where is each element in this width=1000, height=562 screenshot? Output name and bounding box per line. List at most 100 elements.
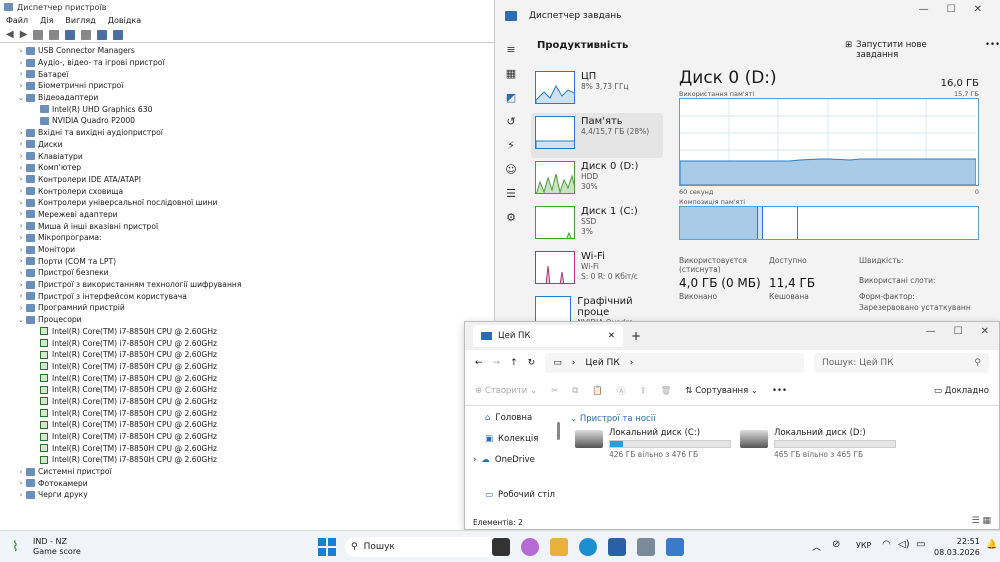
device-category[interactable]: › Диски bbox=[0, 139, 500, 151]
users-icon[interactable]: ☺ bbox=[505, 164, 517, 176]
notifications-icon[interactable]: 🔔 bbox=[986, 540, 997, 550]
more-icon[interactable]: ••• bbox=[772, 386, 787, 396]
expand-chevron-icon[interactable]: › bbox=[16, 304, 26, 312]
forward-arrow-icon[interactable]: → bbox=[493, 358, 501, 368]
processor-item[interactable]: Intel(R) Core(TM) i7-8850H CPU @ 2.60GHz bbox=[0, 384, 500, 396]
copy-icon[interactable]: ⧉ bbox=[572, 386, 578, 396]
device-category[interactable]: › Порти (COM та LPT) bbox=[0, 255, 500, 267]
processor-item[interactable]: Intel(R) Core(TM) i7-8850H CPU @ 2.60GHz bbox=[0, 407, 500, 419]
menu-item[interactable]: Дія bbox=[40, 16, 53, 25]
taskbar-search[interactable]: ⚲ Пошук bbox=[345, 537, 510, 557]
menu-item[interactable]: Вигляд bbox=[65, 16, 95, 25]
clock[interactable]: 22:51 08.03.2026 bbox=[934, 536, 980, 558]
expand-chevron-icon[interactable]: ⌄ bbox=[16, 94, 26, 102]
device-manager-taskbar-icon[interactable] bbox=[637, 538, 655, 556]
chevron-right-icon[interactable]: › bbox=[473, 455, 476, 465]
device-category[interactable]: Intel(R) UHD Graphics 630 bbox=[0, 103, 500, 115]
drive-item[interactable]: Локальний диск (D:) 465 ГБ вільно з 465 Г… bbox=[740, 428, 900, 459]
back-icon[interactable]: ◀ bbox=[6, 29, 14, 40]
device-category[interactable]: › Вхідні та вихідні аудіопристрої bbox=[0, 127, 500, 139]
share-icon[interactable]: ⇪ bbox=[639, 386, 646, 396]
expand-chevron-icon[interactable]: › bbox=[16, 479, 26, 487]
monitor-icon[interactable] bbox=[113, 29, 124, 40]
close-icon[interactable]: ✕ bbox=[974, 4, 982, 15]
edge-icon[interactable] bbox=[579, 538, 597, 556]
expand-chevron-icon[interactable]: › bbox=[16, 82, 26, 90]
address-bar[interactable]: ▭ › Цей ПК › bbox=[545, 353, 804, 373]
expand-chevron-icon[interactable]: › bbox=[16, 292, 26, 300]
back-arrow-icon[interactable]: ← bbox=[475, 358, 483, 368]
delete-icon[interactable]: 🗑 bbox=[661, 386, 672, 396]
hamburger-icon[interactable]: ≡ bbox=[505, 44, 517, 56]
forward-icon[interactable]: ▶ bbox=[20, 29, 28, 40]
processor-item[interactable]: Intel(R) Core(TM) i7-8850H CPU @ 2.60GHz bbox=[0, 442, 500, 454]
expand-chevron-icon[interactable]: ⌄ bbox=[16, 316, 26, 324]
list-icon[interactable] bbox=[49, 29, 60, 40]
perf-item[interactable]: Wi-Fi Wi-Fi S: 0 R: 0 Кбіт/с bbox=[531, 248, 663, 293]
details-button[interactable]: ▭ Докладно bbox=[934, 386, 989, 396]
task-manager-taskbar-icon[interactable] bbox=[666, 538, 684, 556]
device-category[interactable]: › Комп'ютер bbox=[0, 162, 500, 174]
device-category[interactable]: › Фотокамери bbox=[0, 477, 500, 489]
device-category[interactable]: › Пристрої з інтерфейсом користувача bbox=[0, 290, 500, 302]
tab-this-pc[interactable]: Цей ПК ✕ bbox=[473, 325, 623, 347]
sidebar-scrollbar[interactable] bbox=[557, 422, 560, 440]
device-category[interactable]: › Біометричні пристрої bbox=[0, 80, 500, 92]
wifi-icon[interactable]: ◠ bbox=[882, 539, 891, 550]
device-category[interactable]: › Аудіо-, відео- та ігрові пристрої bbox=[0, 57, 500, 69]
minimize-icon[interactable]: — bbox=[926, 326, 936, 337]
device-category[interactable]: › Контролери сховища bbox=[0, 185, 500, 197]
drive-item[interactable]: Локальний диск (C:) 426 ГБ вільно з 476 Г… bbox=[575, 428, 735, 459]
new-tab-icon[interactable]: + bbox=[631, 329, 641, 343]
cut-icon[interactable]: ✂ bbox=[551, 386, 558, 396]
device-category[interactable]: › Мікропрограма: bbox=[0, 232, 500, 244]
sidebar-item[interactable]: ▣ Колекція bbox=[465, 428, 565, 449]
expand-chevron-icon[interactable]: › bbox=[16, 269, 26, 277]
processor-item[interactable]: Intel(R) Core(TM) i7-8850H CPU @ 2.60GHz bbox=[0, 361, 500, 373]
processor-item[interactable]: Intel(R) Core(TM) i7-8850H CPU @ 2.60GHz bbox=[0, 337, 500, 349]
device-category[interactable]: › Пристрої безпеки bbox=[0, 267, 500, 279]
processes-icon[interactable]: ▦ bbox=[505, 68, 517, 80]
device-category[interactable]: › Програмний пристрій bbox=[0, 302, 500, 314]
device-category[interactable]: › Контролери IDE ATA/ATAPI bbox=[0, 174, 500, 186]
sort-button[interactable]: ⇅ Сортування ⌄ bbox=[685, 386, 758, 396]
expand-chevron-icon[interactable]: › bbox=[16, 164, 26, 172]
more-options-icon[interactable]: ••• bbox=[985, 40, 1000, 60]
history-icon[interactable]: ↺ bbox=[505, 116, 517, 128]
startup-icon[interactable]: ⚡ bbox=[505, 140, 517, 152]
processor-item[interactable]: Intel(R) Core(TM) i7-8850H CPU @ 2.60GHz bbox=[0, 419, 500, 431]
view-toggle-icons[interactable]: ☰ ▦ bbox=[972, 516, 991, 526]
perf-item[interactable]: Диск 0 (D:) HDD 30% bbox=[531, 158, 663, 203]
menu-item[interactable]: Файл bbox=[6, 16, 28, 25]
device-category[interactable]: ⌄ Процесори bbox=[0, 314, 500, 326]
expand-chevron-icon[interactable]: › bbox=[16, 47, 26, 55]
perf-item[interactable]: Пам'ять 4,4/15,7 ГБ (28%) bbox=[531, 113, 663, 158]
expand-chevron-icon[interactable]: › bbox=[16, 281, 26, 289]
minimize-icon[interactable]: — bbox=[919, 4, 929, 15]
weather-icon[interactable]: ⌇ bbox=[12, 539, 19, 555]
expand-chevron-icon[interactable]: › bbox=[16, 222, 26, 230]
create-button[interactable]: ⊕ Створити ⌄ bbox=[475, 386, 537, 396]
processor-item[interactable]: Intel(R) Core(TM) i7-8850H CPU @ 2.60GHz bbox=[0, 326, 500, 338]
sidebar-item[interactable]: ⌂ Головна bbox=[465, 407, 565, 428]
expand-chevron-icon[interactable]: › bbox=[16, 152, 26, 160]
device-category[interactable]: › Батареї bbox=[0, 68, 500, 80]
processor-item[interactable]: Intel(R) Core(TM) i7-8850H CPU @ 2.60GHz bbox=[0, 454, 500, 466]
close-icon[interactable]: ✕ bbox=[981, 326, 989, 337]
perf-item[interactable]: Диск 1 (C:) SSD 3% bbox=[531, 203, 663, 248]
expand-chevron-icon[interactable]: › bbox=[16, 257, 26, 265]
details-icon[interactable]: ☰ bbox=[505, 188, 517, 200]
processor-item[interactable]: Intel(R) Core(TM) i7-8850H CPU @ 2.60GHz bbox=[0, 372, 500, 384]
menu-item[interactable]: Довідка bbox=[108, 16, 141, 25]
start-button[interactable] bbox=[318, 538, 336, 556]
language-indicator[interactable]: УКР bbox=[856, 541, 871, 550]
device-category[interactable]: › USB Connector Managers bbox=[0, 45, 500, 57]
expand-chevron-icon[interactable]: › bbox=[16, 175, 26, 183]
expand-chevron-icon[interactable]: › bbox=[16, 210, 26, 218]
new-task-button[interactable]: ⊞ Запустити нове завдання ••• bbox=[845, 40, 1000, 60]
location-icon[interactable]: ⊘ bbox=[832, 539, 840, 550]
battery-icon[interactable]: ▭ bbox=[916, 539, 925, 550]
task-view-icon[interactable] bbox=[492, 538, 510, 556]
scan-icon[interactable] bbox=[97, 29, 108, 40]
device-category[interactable]: › Пристрої з використанням технології шиф… bbox=[0, 279, 500, 291]
